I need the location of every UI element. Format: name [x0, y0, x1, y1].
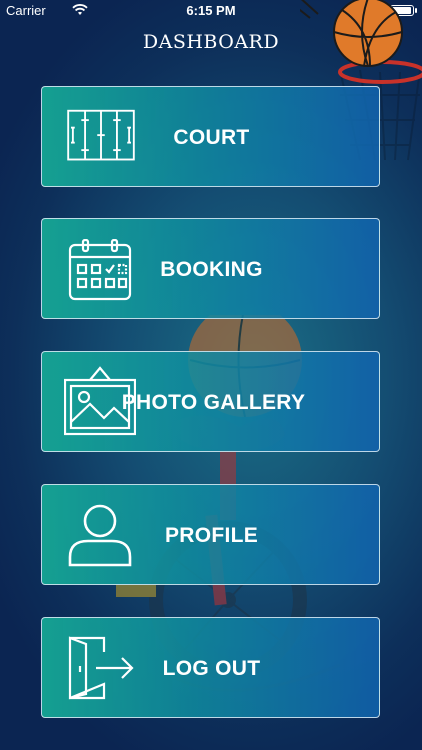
booking-label: BOOKING: [160, 258, 263, 281]
logout-button[interactable]: LOG OUT: [41, 617, 380, 718]
booking-button[interactable]: BOOKING: [41, 218, 380, 319]
status-time: 6:15 PM: [186, 3, 236, 18]
battery-icon: [390, 5, 417, 16]
court-label: COURT: [173, 126, 250, 149]
photo-gallery-label: PHOTO GALLERY: [121, 391, 306, 414]
page-title: DASHBOARD: [142, 31, 280, 53]
status-bar: Carrier 6:15 PM: [0, 0, 422, 20]
logout-label: LOG OUT: [162, 657, 261, 680]
photo-gallery-button[interactable]: PHOTO GALLERY: [41, 351, 380, 452]
court-button[interactable]: COURT: [41, 86, 380, 187]
profile-label: PROFILE: [164, 524, 259, 547]
profile-button[interactable]: PROFILE: [41, 484, 380, 585]
